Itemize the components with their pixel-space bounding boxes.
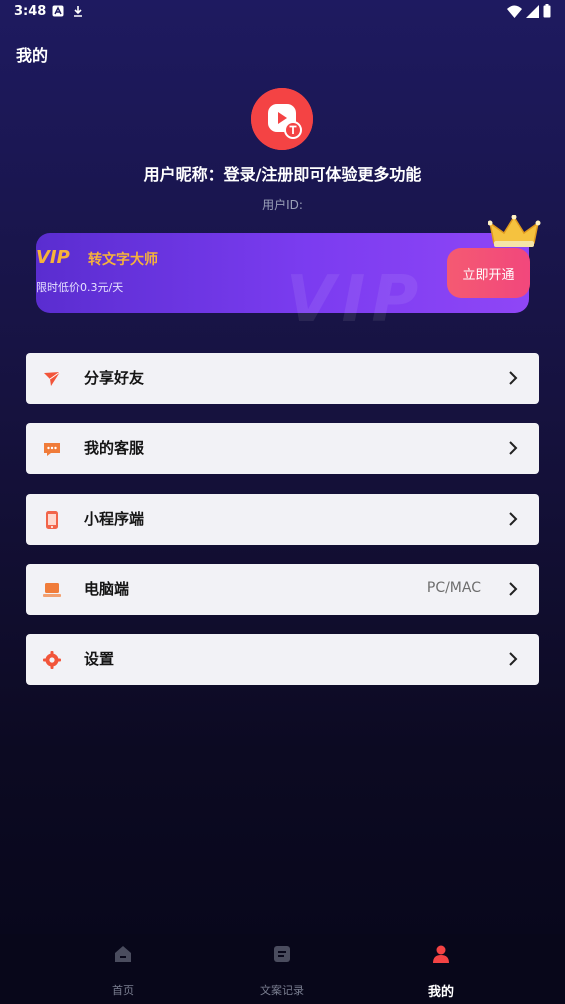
gear-icon — [43, 651, 61, 669]
person-icon — [433, 945, 449, 963]
paper-plane-icon — [44, 371, 61, 386]
menu-item-label: 我的客服 — [84, 439, 145, 457]
laptop-icon — [43, 583, 61, 597]
document-icon — [274, 946, 290, 962]
status-time: 3:48 — [14, 4, 47, 19]
signal-icon — [526, 4, 539, 18]
user-id-label: 用户ID: — [262, 198, 303, 212]
page-title: 我的 — [16, 46, 49, 65]
bottom-tab-bar: 首页 文案记录 我的 — [0, 934, 565, 1004]
nickname-login-prompt[interactable]: 用户昵称：登录/注册即可体验更多功能 — [0, 161, 565, 185]
phone-icon — [46, 511, 58, 529]
notification-a-icon — [52, 5, 64, 17]
menu-item-extra: PC/MAC — [426, 580, 481, 596]
app-logo-icon — [251, 88, 313, 150]
menu-item-label: 分享好友 — [84, 369, 145, 387]
tab-records[interactable]: 文案记录 — [222, 934, 342, 1004]
battery-icon — [543, 4, 551, 18]
menu-item-label: 小程序端 — [84, 510, 145, 528]
chevron-right-icon — [509, 371, 518, 385]
vip-card[interactable]: VIP VIP 转文字大师 限时低价0.3元/天 立即开通 — [36, 215, 541, 337]
tab-mine[interactable]: 我的 — [381, 934, 501, 1004]
wifi-icon — [507, 5, 522, 18]
vip-price-subtitle: 限时低价0.3元/天 — [36, 281, 124, 294]
crown-icon — [488, 215, 541, 247]
tab-label: 我的 — [427, 985, 454, 1000]
vip-watermark: VIP — [286, 263, 425, 337]
chevron-right-icon — [509, 652, 518, 666]
status-bar: 3:48 — [0, 0, 565, 24]
tab-label: 首页 — [112, 984, 134, 997]
avatar[interactable] — [251, 88, 313, 150]
menu-item-share[interactable]: 分享好友 — [26, 353, 539, 404]
download-icon — [74, 6, 82, 17]
activate-vip-button[interactable]: 立即开通 — [447, 248, 530, 298]
chevron-right-icon — [509, 512, 518, 526]
menu-item-label: 电脑端 — [84, 580, 130, 598]
vip-badge: VIP — [36, 247, 70, 268]
tab-label: 文案记录 — [260, 984, 304, 997]
menu-item-customer-service[interactable]: 我的客服 — [26, 423, 539, 474]
home-icon — [115, 946, 131, 962]
menu-item-label: 设置 — [84, 650, 115, 668]
chat-bubble-icon — [44, 443, 60, 456]
menu-item-settings[interactable]: 设置 — [26, 634, 539, 685]
menu-item-mini-program[interactable]: 小程序端 — [26, 494, 539, 545]
chevron-right-icon — [509, 441, 518, 455]
menu-item-desktop[interactable]: 电脑端 PC/MAC — [26, 564, 539, 615]
tab-home[interactable]: 首页 — [63, 934, 183, 1004]
vip-title: 转文字大师 — [88, 252, 158, 268]
chevron-right-icon — [509, 582, 518, 596]
